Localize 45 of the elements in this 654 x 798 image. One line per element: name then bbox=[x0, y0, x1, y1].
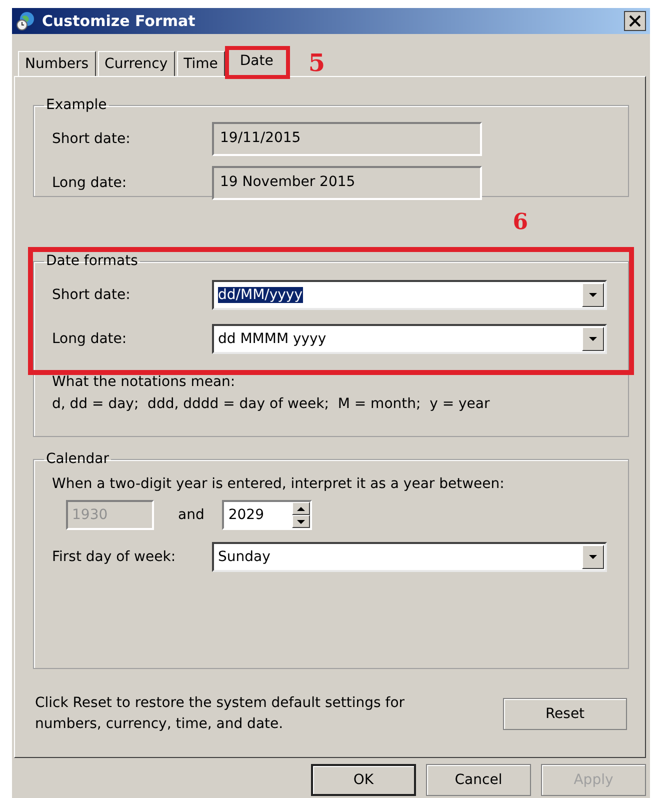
down-arrow-icon bbox=[589, 337, 597, 341]
field-label: First day of week: bbox=[52, 549, 177, 565]
close-button[interactable] bbox=[624, 11, 646, 31]
reset-button[interactable]: Reset bbox=[503, 698, 627, 730]
calendar-prompt: When a two-digit year is entered, interpret it as a year between: bbox=[52, 475, 506, 494]
spin-down-button[interactable] bbox=[292, 515, 310, 528]
up-arrow-icon bbox=[297, 506, 306, 510]
field-label: Long date: bbox=[52, 331, 128, 347]
down-arrow-icon bbox=[589, 555, 597, 559]
tab[interactable]: Numbers bbox=[18, 51, 96, 76]
globe-icon bbox=[16, 11, 36, 31]
tab[interactable]: Date bbox=[226, 48, 288, 77]
dropdown-button[interactable] bbox=[582, 327, 604, 351]
tab[interactable]: Time bbox=[176, 51, 225, 76]
dialog-button[interactable]: Cancel bbox=[426, 764, 531, 796]
format-dropdown[interactable]: dd MMMM yyyy bbox=[212, 324, 607, 354]
field-label: Short date: bbox=[52, 131, 132, 147]
down-arrow-icon bbox=[297, 520, 306, 524]
spin-up-button[interactable] bbox=[292, 502, 310, 515]
reset-description: Click Reset to restore the system default settings for numbers, currency, time, and date. bbox=[35, 694, 406, 734]
dropdown-button[interactable] bbox=[582, 283, 604, 307]
dropdown-value: Sunday bbox=[218, 549, 272, 565]
notation-text: What the notations mean: bbox=[52, 373, 236, 392]
group-title: Date formats bbox=[45, 253, 139, 269]
example-field: 19 November 2015 bbox=[212, 166, 482, 200]
annotation-number: 5 bbox=[308, 48, 326, 76]
window-title: Customize Format bbox=[42, 12, 196, 30]
group-title: Calendar bbox=[45, 451, 110, 467]
dropdown-button[interactable] bbox=[582, 545, 604, 569]
tab[interactable]: Currency bbox=[98, 51, 175, 76]
annotation-number: 6 bbox=[512, 209, 528, 235]
group-title: Example bbox=[45, 97, 108, 113]
field-label: Short date: bbox=[52, 287, 132, 303]
example-field: 19/11/2015 bbox=[212, 122, 482, 156]
year-field[interactable]: 2029 bbox=[222, 500, 312, 530]
dropdown-value: dd MMMM yyyy bbox=[218, 331, 328, 347]
close-icon bbox=[629, 15, 641, 27]
down-arrow-icon bbox=[589, 293, 597, 297]
field-label: Long date: bbox=[52, 175, 128, 191]
format-dropdown[interactable]: dd/MM/yyyy bbox=[212, 280, 607, 310]
and-label: and bbox=[178, 507, 204, 523]
dialog-button[interactable]: OK bbox=[311, 764, 416, 796]
first-day-dropdown[interactable]: Sunday bbox=[212, 542, 607, 572]
notation-text: d, dd = day; ddd, dddd = day of week; M = month; y = year bbox=[52, 395, 491, 414]
dropdown-value: dd/MM/yyyy bbox=[218, 287, 304, 303]
